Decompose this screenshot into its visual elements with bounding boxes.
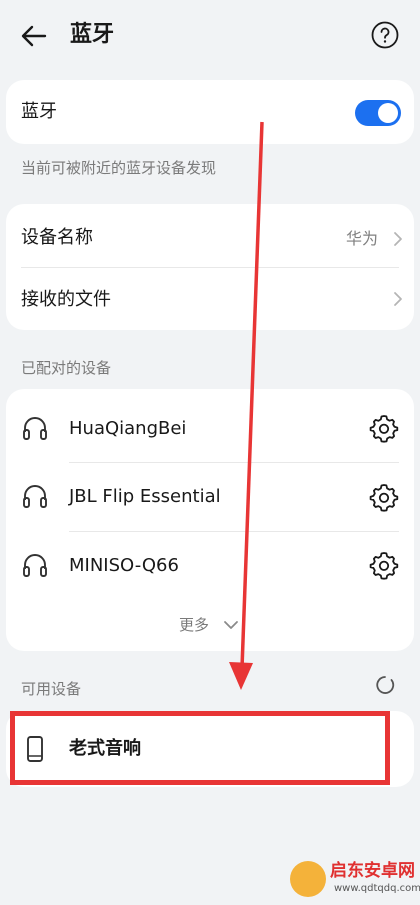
watermark: 启东安卓网 www.qdtqdq.com xyxy=(286,855,420,901)
received-files-row[interactable]: 接收的文件 xyxy=(6,268,414,330)
chevron-right-icon xyxy=(394,232,402,246)
paired-devices-card: HuaQiangBei JBL Flip Essential MINISO-Q6… xyxy=(6,389,414,651)
app-header: 蓝牙 xyxy=(0,0,420,70)
watermark-logo-icon xyxy=(290,861,326,897)
watermark-url: www.qdtqdq.com xyxy=(334,883,420,894)
paired-device-row[interactable]: HuaQiangBei xyxy=(6,395,414,461)
toggle-knob xyxy=(378,103,398,123)
arrow-left-icon[interactable] xyxy=(18,20,50,52)
gear-icon[interactable] xyxy=(369,413,399,443)
watermark-text: 启东安卓网 xyxy=(330,861,415,881)
headphones-icon xyxy=(23,554,47,577)
headphones-icon xyxy=(23,417,47,440)
bluetooth-label: 蓝牙 xyxy=(21,101,57,122)
paired-device-row[interactable]: MINISO-Q66 xyxy=(6,532,414,598)
device-name: JBL Flip Essential xyxy=(69,486,221,507)
bluetooth-card: 蓝牙 xyxy=(6,80,414,144)
discoverable-note: 当前可被附近的蓝牙设备发现 xyxy=(21,159,217,177)
available-devices-label: 可用设备 xyxy=(21,680,82,698)
gear-icon[interactable] xyxy=(369,550,399,580)
device-name-value: 华为 xyxy=(346,229,379,248)
paired-devices-label: 已配对的设备 xyxy=(21,359,112,377)
received-files-label: 接收的文件 xyxy=(21,289,111,310)
device-name-row[interactable]: 设备名称 华为 xyxy=(6,204,414,268)
more-button[interactable]: 更多 xyxy=(179,615,209,635)
device-name-label: 设备名称 xyxy=(21,227,93,248)
page-title: 蓝牙 xyxy=(70,22,115,47)
loading-spinner-icon xyxy=(376,676,395,694)
chevron-down-icon[interactable] xyxy=(222,618,240,632)
gear-icon[interactable] xyxy=(369,482,399,512)
device-settings-card: 设备名称 华为 接收的文件 xyxy=(6,204,414,330)
annotation-highlight-box xyxy=(10,711,390,785)
bluetooth-toggle[interactable] xyxy=(355,100,401,126)
device-name: MINISO-Q66 xyxy=(69,555,179,576)
help-circle-icon[interactable] xyxy=(370,20,400,50)
device-name: HuaQiangBei xyxy=(69,418,187,439)
headphones-icon xyxy=(23,485,47,508)
paired-device-row[interactable]: JBL Flip Essential xyxy=(6,463,414,531)
chevron-right-icon xyxy=(394,292,402,306)
